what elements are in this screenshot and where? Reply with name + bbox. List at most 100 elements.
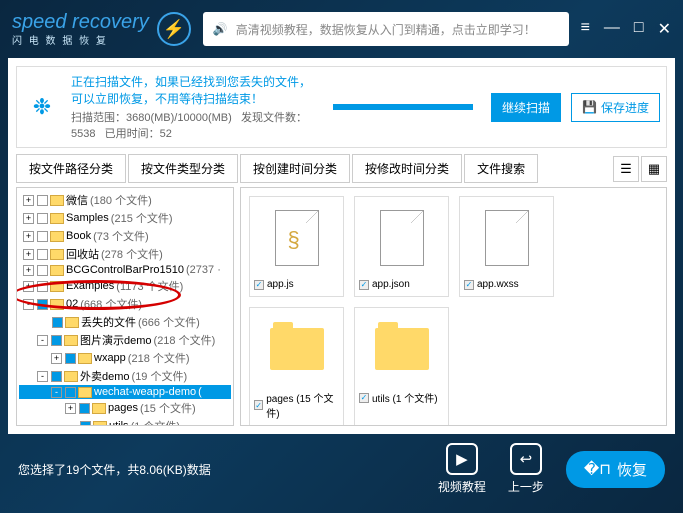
recover-button[interactable]: �⊓ 恢复: [566, 451, 665, 488]
tree-item[interactable]: utils (1 个文件): [19, 417, 231, 426]
tree-count: (218 个文件): [128, 350, 190, 366]
tab-created[interactable]: 按创建时间分类: [240, 154, 350, 183]
tree-label: 丢失的文件: [81, 314, 136, 330]
file-item[interactable]: ✓app.wxss: [459, 196, 554, 297]
tree-count: (15 个文件): [140, 400, 196, 416]
tab-type[interactable]: 按文件类型分类: [128, 154, 238, 183]
tree-item[interactable]: +wxapp (218 个文件): [19, 349, 231, 367]
recover-icon: �⊓: [584, 460, 611, 478]
checkbox[interactable]: [80, 421, 91, 427]
folder-icon: [375, 328, 429, 370]
tree-count: (278 个文件): [101, 246, 163, 262]
checkbox[interactable]: [51, 371, 62, 382]
checkbox[interactable]: [65, 387, 76, 398]
tree-count: (668 个文件): [80, 296, 142, 312]
menu-icon[interactable]: ≡: [581, 19, 590, 39]
tree-item[interactable]: + 回收站 (278 个文件): [19, 245, 231, 263]
checkbox[interactable]: [37, 265, 48, 276]
expand-icon[interactable]: +: [23, 195, 34, 206]
expand-icon[interactable]: -: [37, 335, 48, 346]
tree-count: (: [198, 386, 202, 398]
expand-icon[interactable]: +: [23, 265, 34, 276]
folder-icon: [50, 281, 64, 292]
tree-item[interactable]: - wechat-weapp-demo (: [19, 385, 231, 399]
file-name: app.js: [267, 279, 294, 290]
promo-text: 高清视频教程，数据恢复从入门到精通，点击立即学习！: [236, 21, 536, 38]
view-list-button[interactable]: ☰: [613, 156, 639, 182]
file-name: pages (15 个文件): [266, 390, 339, 420]
folder-icon: [92, 403, 106, 414]
tree-item[interactable]: +Examples (1173 个文件): [19, 277, 231, 295]
tree-item[interactable]: +BCGControlBarPro1510 (2737 ·: [19, 263, 231, 277]
bolt-icon: ⚡: [157, 12, 191, 46]
expand-icon[interactable]: +: [23, 249, 34, 260]
folder-icon: [50, 195, 64, 206]
tree-label: 图片演示demo: [80, 332, 152, 348]
tree-item[interactable]: 丢失的文件 (666 个文件): [19, 313, 231, 331]
checkbox[interactable]: [51, 335, 62, 346]
expand-icon[interactable]: -: [37, 371, 48, 382]
tree-item[interactable]: +微信 (180 个文件): [19, 191, 231, 209]
checkbox[interactable]: [52, 317, 63, 328]
tree-count: (1 个文件): [131, 418, 181, 426]
tree-item[interactable]: +Samples (215 个文件): [19, 209, 231, 227]
expand-icon[interactable]: +: [23, 281, 34, 292]
close-icon[interactable]: ✕: [658, 19, 671, 39]
tree-item[interactable]: +Book (73 个文件): [19, 227, 231, 245]
back-button[interactable]: ↩ 上一步: [508, 443, 544, 495]
folder-icon: [78, 387, 92, 398]
view-grid-button[interactable]: ▦: [641, 156, 667, 182]
expand-icon[interactable]: -: [23, 299, 34, 310]
checkbox[interactable]: [37, 213, 48, 224]
promo-banner[interactable]: 🔊 高清视频教程，数据恢复从入门到精通，点击立即学习！: [203, 12, 569, 46]
tab-bar: 按文件路径分类 按文件类型分类 按创建时间分类 按修改时间分类 文件搜索 ☰ ▦: [16, 154, 667, 183]
folder-icon: [50, 213, 64, 224]
file-checkbox[interactable]: ✓: [464, 280, 474, 290]
folder-tree[interactable]: +微信 (180 个文件)+Samples (215 个文件)+Book (73…: [16, 187, 234, 426]
checkbox[interactable]: [37, 299, 48, 310]
file-item[interactable]: ✓app.js: [249, 196, 344, 297]
tab-path[interactable]: 按文件路径分类: [16, 154, 126, 183]
document-icon: [485, 210, 529, 266]
file-item[interactable]: ✓pages (15 个文件): [249, 307, 344, 426]
expand-icon[interactable]: +: [51, 353, 62, 364]
file-item[interactable]: ✓app.json: [354, 196, 449, 297]
checkbox[interactable]: [37, 281, 48, 292]
expand-icon[interactable]: -: [51, 387, 62, 398]
checkbox[interactable]: [37, 231, 48, 242]
continue-scan-button[interactable]: 继续扫描: [491, 93, 561, 122]
file-checkbox[interactable]: ✓: [359, 280, 369, 290]
tree-item[interactable]: -02 (668 个文件): [19, 295, 231, 313]
checkbox[interactable]: [37, 195, 48, 206]
tree-count: (218 个文件): [154, 332, 216, 348]
file-checkbox[interactable]: ✓: [359, 393, 369, 403]
save-progress-button[interactable]: 💾 保存进度: [571, 93, 660, 122]
maximize-icon[interactable]: □: [634, 19, 644, 39]
tree-label: 微信: [66, 192, 88, 208]
speaker-icon: 🔊: [213, 22, 228, 36]
tree-label: wechat-weapp-demo: [94, 386, 196, 398]
expand-icon[interactable]: +: [65, 403, 76, 414]
file-item[interactable]: ✓utils (1 个文件): [354, 307, 449, 426]
selection-info: 您选择了19个文件，共8.06(KB)数据: [18, 461, 438, 478]
tab-search[interactable]: 文件搜索: [464, 154, 538, 183]
app-subtitle: 闪 电 数 据 恢 复: [12, 32, 149, 47]
file-checkbox[interactable]: ✓: [254, 400, 263, 410]
tree-item[interactable]: -外卖demo (19 个文件): [19, 367, 231, 385]
checkbox[interactable]: [37, 249, 48, 260]
minimize-icon[interactable]: —: [604, 19, 620, 39]
tree-item[interactable]: - 图片演示demo (218 个文件): [19, 331, 231, 349]
tab-modified[interactable]: 按修改时间分类: [352, 154, 462, 183]
folder-icon: [50, 249, 64, 260]
tree-item[interactable]: +pages (15 个文件): [19, 399, 231, 417]
video-tutorial-button[interactable]: ▶ 视频教程: [438, 443, 486, 495]
save-icon: 💾: [582, 100, 597, 114]
expand-icon[interactable]: +: [23, 213, 34, 224]
checkbox[interactable]: [65, 353, 76, 364]
status-title: 正在扫描文件，如果已经找到您丢失的文件，可以立即恢复，不用等待扫描结束！: [71, 73, 315, 107]
checkbox[interactable]: [79, 403, 90, 414]
expand-icon[interactable]: +: [23, 231, 34, 242]
tree-label: 回收站: [66, 246, 99, 262]
folder-icon: [270, 328, 324, 370]
file-checkbox[interactable]: ✓: [254, 280, 264, 290]
